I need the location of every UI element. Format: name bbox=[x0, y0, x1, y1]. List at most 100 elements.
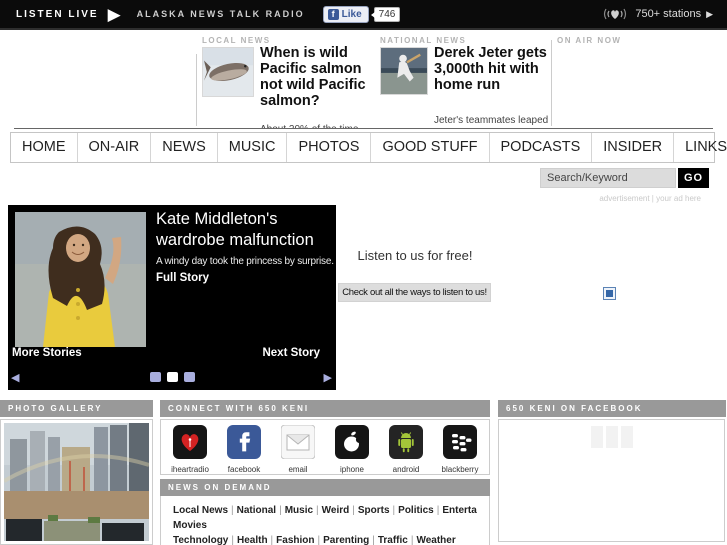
iheartradio-app-icon bbox=[173, 425, 207, 459]
photo-gallery-box bbox=[0, 419, 153, 545]
separator: | bbox=[231, 535, 234, 545]
connect-item-blackberry[interactable]: blackberry bbox=[435, 425, 485, 474]
news-link-health[interactable]: Health bbox=[237, 535, 268, 545]
national-news-headline[interactable]: Derek Jeter gets 3,000th hit with home r… bbox=[434, 45, 552, 93]
listen-ways-button[interactable]: Check out all the ways to listen to us! bbox=[338, 283, 491, 302]
national-news-teaser: Jeter's teammates leaped out of the dugo… bbox=[434, 115, 549, 126]
carousel-headline[interactable]: Kate Middleton's wardrobe malfunction bbox=[156, 209, 334, 251]
next-story-link[interactable]: Next Story bbox=[262, 347, 320, 359]
news-link-fashion[interactable]: Fashion bbox=[276, 535, 314, 545]
news-links-line-3: Technology | Health | Fashion | Parenting | Traf… bbox=[173, 533, 477, 545]
news-link-technology[interactable]: Technology bbox=[173, 535, 228, 545]
broken-image-icon bbox=[603, 287, 616, 300]
national-news-thumbnail[interactable] bbox=[380, 47, 428, 95]
nav-item-news[interactable]: NEWS bbox=[150, 133, 217, 162]
photo-gallery-header: PHOTO GALLERY bbox=[0, 400, 153, 417]
divider bbox=[14, 128, 713, 129]
carousel-subtext: A windy day took the princess by surpris… bbox=[156, 256, 334, 267]
connect-item-facebook[interactable]: facebook bbox=[219, 425, 269, 474]
advertisement-note: advertisement | your ad here bbox=[599, 194, 701, 203]
facebook-like-button[interactable]: f Like bbox=[322, 5, 369, 23]
facebook-feed-box bbox=[498, 419, 725, 542]
carousel-dot-2[interactable] bbox=[166, 372, 178, 382]
news-on-demand-header: NEWS ON DEMAND bbox=[160, 479, 490, 496]
stations-arrow-icon[interactable]: ▶ bbox=[706, 9, 713, 20]
connect-box: iheartradio facebook email iphone androi… bbox=[160, 419, 490, 475]
carousel-photo[interactable] bbox=[15, 212, 146, 347]
connect-item-iphone[interactable]: iphone bbox=[327, 425, 377, 474]
separator: | bbox=[279, 505, 282, 516]
news-link-parenting[interactable]: Parenting bbox=[323, 535, 369, 545]
facebook-icon: f bbox=[327, 8, 339, 20]
separator: | bbox=[392, 505, 396, 516]
news-link-movies[interactable]: Movies bbox=[173, 520, 207, 531]
more-stories-link[interactable]: More Stories bbox=[12, 347, 82, 359]
divider bbox=[196, 54, 197, 126]
nav-item-home[interactable]: HOME bbox=[11, 133, 77, 162]
nav-item-music[interactable]: MUSIC bbox=[216, 133, 287, 162]
loading-indicator bbox=[499, 426, 724, 448]
connect-label: email bbox=[288, 465, 308, 474]
nav-item-insider[interactable]: INSIDER bbox=[591, 133, 673, 162]
nav-item-good-stuff[interactable]: GOOD STUFF bbox=[370, 133, 488, 162]
blackberry-icon bbox=[443, 425, 477, 459]
facebook-app-icon bbox=[227, 425, 261, 459]
connect-label: android bbox=[392, 465, 420, 474]
connect-label: iphone bbox=[339, 465, 365, 474]
separator: | bbox=[410, 535, 414, 545]
carousel-dot-3[interactable] bbox=[183, 372, 195, 382]
connect-label: blackberry bbox=[441, 465, 479, 474]
story-carousel: Kate Middleton's wardrobe malfunction A … bbox=[8, 205, 336, 390]
carousel-next-icon[interactable]: ▶ bbox=[324, 371, 332, 384]
iheartradio-icon bbox=[604, 8, 627, 20]
news-link-local-news[interactable]: Local News bbox=[173, 505, 228, 516]
local-news-headline[interactable]: When is wild Pacific salmon not wild Pac… bbox=[260, 45, 370, 109]
connect-header: CONNECT WITH 650 KENI bbox=[160, 400, 490, 417]
full-story-link[interactable]: Full Story bbox=[156, 272, 209, 284]
android-icon bbox=[389, 425, 423, 459]
news-on-demand-box: Local News | National | Music | Weird | Sports | P… bbox=[160, 496, 490, 545]
separator: | bbox=[372, 535, 375, 545]
news-link-traffic[interactable]: Traffic bbox=[378, 535, 408, 545]
nav-item-on-air[interactable]: ON-AIR bbox=[76, 133, 151, 162]
news-links-line-1: Local News | National | Music | Weird | Sports | P… bbox=[173, 503, 477, 518]
on-air-now-label: ON AIR NOW bbox=[557, 36, 622, 45]
separator: | bbox=[270, 535, 274, 545]
stations-link[interactable]: 750+ stations bbox=[635, 8, 701, 20]
news-link-music[interactable]: Music bbox=[285, 505, 313, 516]
facebook-section-header: 650 KENI ON FACEBOOK bbox=[498, 400, 726, 417]
news-link-weather[interactable]: Weather bbox=[416, 535, 455, 545]
iphone-apple-icon bbox=[335, 425, 369, 459]
connect-item-email[interactable]: email bbox=[273, 424, 323, 474]
listen-promo-title: Listen to us for free! bbox=[357, 248, 473, 263]
carousel-dot-1[interactable] bbox=[149, 372, 161, 382]
connect-item-iheartradio[interactable]: iheartradio bbox=[165, 425, 215, 474]
local-news-thumbnail[interactable] bbox=[202, 47, 254, 97]
search-input[interactable] bbox=[540, 168, 676, 188]
play-icon[interactable]: ▶ bbox=[108, 6, 121, 23]
email-icon bbox=[280, 424, 316, 460]
separator: | bbox=[316, 505, 319, 516]
separator: | bbox=[231, 505, 234, 516]
photo-gallery-image[interactable] bbox=[4, 423, 149, 541]
facebook-like-widget: f Like 746 bbox=[322, 5, 401, 23]
news-link-entertainment[interactable]: Entertainment bbox=[442, 505, 477, 516]
nav-item-photos[interactable]: PHOTOS bbox=[286, 133, 370, 162]
connect-item-android[interactable]: android bbox=[381, 425, 431, 474]
listen-live-button[interactable]: LISTEN LIVE bbox=[16, 9, 99, 20]
news-link-sports[interactable]: Sports bbox=[358, 505, 390, 516]
page: LISTEN LIVE ▶ ALASKA NEWS TALK RADIO f L… bbox=[0, 0, 727, 545]
separator: | bbox=[317, 535, 321, 545]
national-news-label: NATIONAL NEWS bbox=[380, 36, 467, 45]
like-count-badge: 746 bbox=[370, 6, 401, 22]
connect-label: iheartradio bbox=[171, 465, 209, 474]
news-link-national[interactable]: National bbox=[237, 505, 276, 516]
news-link-weird[interactable]: Weird bbox=[322, 505, 350, 516]
carousel-dots bbox=[8, 372, 336, 382]
news-link-politics[interactable]: Politics bbox=[398, 505, 434, 516]
top-bar: LISTEN LIVE ▶ ALASKA NEWS TALK RADIO f L… bbox=[0, 0, 727, 30]
nav-item-podcasts[interactable]: PODCASTS bbox=[488, 133, 592, 162]
like-label: Like bbox=[341, 8, 362, 20]
nav-item-links[interactable]: LINKS bbox=[673, 133, 727, 162]
search-go-button[interactable]: GO bbox=[678, 168, 709, 188]
